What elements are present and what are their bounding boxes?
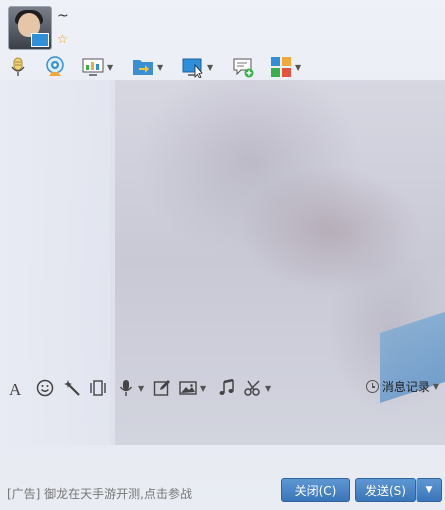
magic-wand-icon bbox=[64, 380, 80, 396]
remote-desktop-button[interactable]: ▼ bbox=[182, 54, 213, 80]
star-icon[interactable]: ☆ bbox=[57, 32, 68, 46]
chat-header: ~ ☆ bbox=[0, 0, 445, 50]
chevron-down-icon: ▼ bbox=[107, 62, 114, 72]
chevron-down-icon: ▼ bbox=[207, 62, 214, 72]
emoji-icon bbox=[36, 379, 54, 397]
shake-window-icon bbox=[90, 380, 106, 396]
avatar[interactable] bbox=[8, 6, 52, 50]
screenshot-scissors-icon bbox=[244, 380, 260, 396]
screenshot-button[interactable]: ▼ bbox=[244, 378, 271, 398]
edit-icon bbox=[153, 380, 170, 396]
new-message-button[interactable] bbox=[232, 54, 254, 80]
contact-nickname[interactable]: ~ bbox=[57, 8, 69, 24]
music-icon bbox=[219, 379, 234, 395]
chevron-down-icon: ▼ bbox=[265, 383, 272, 393]
chevron-down-icon: ▼ bbox=[432, 382, 439, 391]
message-input[interactable] bbox=[0, 402, 445, 470]
chevron-down-icon: ▼ bbox=[200, 383, 207, 393]
chevron-down-icon: ▼ bbox=[295, 62, 302, 72]
top-toolbar: ▼ ▼ ▼ ▼ bbox=[0, 54, 445, 80]
chevron-down-icon: ▼ bbox=[425, 485, 433, 495]
send-button[interactable]: 发送(S) bbox=[355, 478, 416, 502]
message-history-button[interactable]: 消息记录 ▼ bbox=[365, 378, 439, 395]
image-icon bbox=[179, 381, 197, 395]
chevron-down-icon: ▼ bbox=[157, 62, 164, 72]
apps-icon bbox=[271, 57, 291, 77]
screen-share-icon bbox=[82, 58, 104, 76]
close-button[interactable]: 关闭(C) bbox=[281, 478, 350, 502]
message-history-label: 消息记录 bbox=[381, 380, 430, 394]
voice-message-button[interactable]: ▼ bbox=[117, 378, 144, 398]
screen-share-button[interactable]: ▼ bbox=[82, 54, 113, 80]
image-button[interactable]: ▼ bbox=[179, 378, 206, 398]
microphone-icon bbox=[11, 57, 25, 76]
chevron-down-icon: ▼ bbox=[138, 383, 145, 393]
file-transfer-icon bbox=[133, 60, 153, 75]
clock-icon bbox=[365, 380, 379, 393]
remote-desktop-icon bbox=[182, 58, 203, 78]
webcam-icon bbox=[46, 56, 64, 76]
file-transfer-button[interactable]: ▼ bbox=[132, 54, 163, 80]
new-message-icon bbox=[233, 58, 254, 78]
shake-window-button[interactable] bbox=[89, 378, 107, 398]
svg-text:A: A bbox=[9, 380, 22, 397]
message-display-area[interactable] bbox=[0, 82, 445, 372]
send-options-button[interactable]: ▼ bbox=[416, 478, 442, 502]
microphone-button[interactable] bbox=[7, 54, 29, 80]
font-icon: A bbox=[9, 380, 22, 397]
edit-button[interactable] bbox=[153, 378, 171, 398]
voice-message-icon bbox=[119, 380, 133, 396]
music-button[interactable] bbox=[218, 378, 236, 398]
magic-wand-button[interactable] bbox=[63, 378, 81, 398]
emoji-button[interactable] bbox=[36, 378, 54, 398]
webcam-button[interactable] bbox=[44, 54, 66, 80]
online-device-icon bbox=[31, 33, 49, 47]
font-button[interactable]: A bbox=[8, 378, 26, 398]
apps-button[interactable]: ▼ bbox=[270, 54, 301, 80]
ad-banner-text[interactable]: [广告] 御龙在天手游开测,点击参战 bbox=[7, 485, 192, 502]
